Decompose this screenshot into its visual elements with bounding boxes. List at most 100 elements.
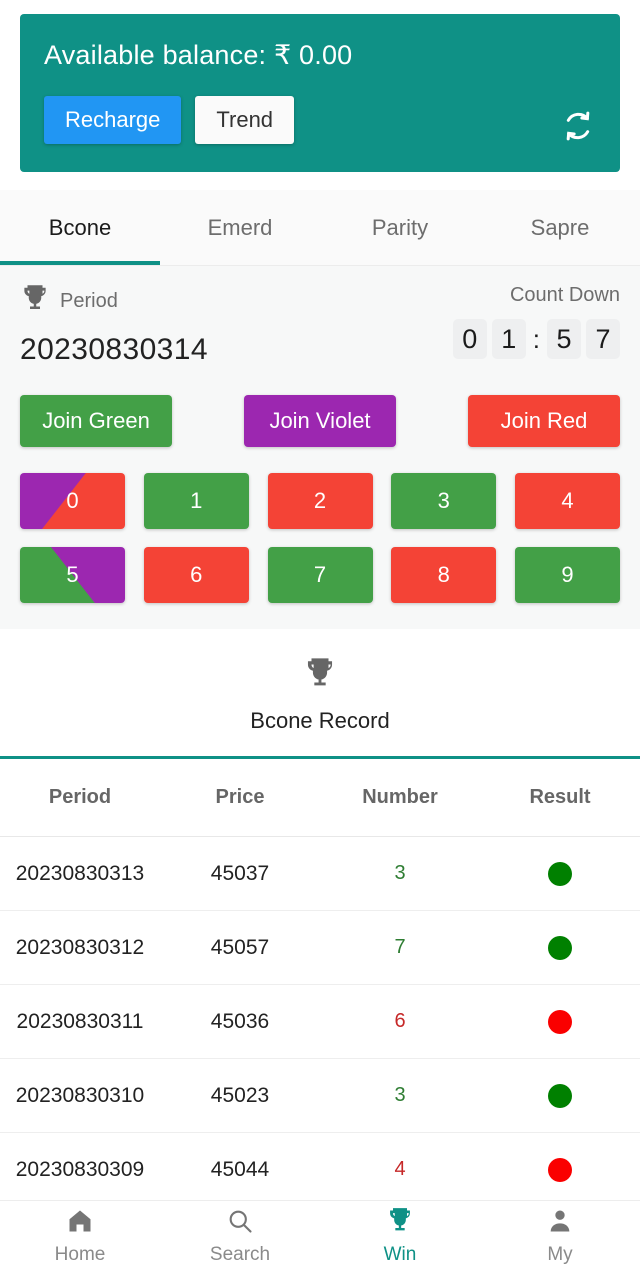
- cell-result: [480, 861, 640, 886]
- result-dot: [548, 1009, 572, 1034]
- cell-number: 3: [394, 1084, 406, 1107]
- cell-result: [480, 1009, 640, 1034]
- home-icon: [66, 1207, 94, 1240]
- cell-period: 20230830309: [15, 1157, 145, 1181]
- number-button-2[interactable]: 2: [267, 473, 373, 530]
- countdown-block: Count Down 0 1 : 5 7: [452, 284, 620, 359]
- number-button-5[interactable]: 5: [20, 547, 125, 604]
- join-violet-button[interactable]: Join Violet: [244, 395, 396, 448]
- trophy-icon: [20, 284, 50, 319]
- countdown-digits: 0 1 : 5 7: [452, 319, 620, 359]
- nav-label: Win: [383, 1244, 417, 1265]
- countdown-digit-1: 1: [491, 319, 526, 359]
- table-row: 20230830310 45023 3: [0, 1059, 640, 1134]
- number-label: 4: [561, 488, 574, 514]
- nav-label: My: [547, 1244, 573, 1265]
- tab-emerd[interactable]: Emerd: [160, 190, 320, 265]
- period-value: 20230830314: [20, 333, 208, 366]
- number-button-0[interactable]: 0: [20, 473, 125, 530]
- number-button-3[interactable]: 3: [391, 473, 497, 530]
- number-button-9[interactable]: 9: [515, 547, 620, 604]
- number-label: 0: [66, 488, 79, 514]
- cell-price: 45044: [210, 1157, 270, 1181]
- join-buttons-row: Join Green Join Violet Join Red: [20, 395, 620, 448]
- tab-bcone[interactable]: Bcone: [0, 190, 160, 265]
- cell-period: 20230830313: [15, 861, 145, 885]
- result-dot: [548, 1157, 572, 1182]
- nav-item-my[interactable]: My: [480, 1201, 640, 1272]
- cell-price: 45057: [210, 935, 270, 959]
- number-button-4[interactable]: 4: [515, 473, 620, 530]
- record-table: Period Price Number Result 20230830313 4…: [0, 759, 640, 1208]
- period-countdown-row: Period 20230830314 Count Down 0 1 : 5 7: [20, 284, 620, 367]
- tab-label: Parity: [371, 214, 429, 240]
- tab-label: Sapre: [530, 214, 590, 240]
- countdown-separator: :: [532, 323, 540, 354]
- table-row: 20230830309 45044 4: [0, 1133, 640, 1208]
- balance-card-container: Available balance: ₹ 0.00 Recharge Trend: [0, 0, 640, 190]
- bottom-navigation: Home Search Win My: [0, 1200, 640, 1272]
- number-label: 9: [561, 562, 574, 588]
- period-header: Period: [20, 284, 208, 319]
- tab-sapre[interactable]: Sapre: [480, 190, 640, 265]
- recharge-button[interactable]: Recharge: [44, 96, 182, 144]
- cell-price: 45036: [210, 1009, 270, 1033]
- column-header-result: Result: [529, 786, 591, 809]
- app-root: Available balance: ₹ 0.00 Recharge Trend…: [0, 0, 640, 1272]
- nav-item-search[interactable]: Search: [160, 1201, 320, 1272]
- result-dot: [548, 861, 572, 886]
- search-icon: [226, 1207, 254, 1240]
- tab-parity[interactable]: Parity: [320, 190, 480, 265]
- period-label: Period: [60, 290, 118, 312]
- table-header-row: Period Price Number Result: [0, 759, 640, 838]
- nav-item-win[interactable]: Win: [320, 1201, 480, 1272]
- cell-price: 45037: [210, 861, 270, 885]
- number-label: 6: [190, 562, 203, 588]
- column-header-number: Number: [362, 786, 438, 809]
- number-grid: 0 1 2 3 4 5 6 7 8 9: [20, 473, 620, 604]
- countdown-digit-3: 7: [586, 319, 620, 359]
- join-red-button[interactable]: Join Red: [468, 395, 620, 448]
- number-label: 3: [437, 488, 450, 514]
- cell-result: [480, 1083, 640, 1108]
- cell-number: 7: [394, 936, 406, 959]
- number-label: 1: [190, 488, 203, 514]
- column-header-price: Price: [215, 786, 265, 809]
- balance-card: Available balance: ₹ 0.00 Recharge Trend: [20, 14, 620, 172]
- countdown-label: Count Down: [509, 284, 620, 306]
- record-header: Bcone Record: [0, 629, 640, 760]
- join-green-button[interactable]: Join Green: [20, 395, 172, 448]
- cell-number: 4: [394, 1158, 406, 1181]
- nav-label: Search: [209, 1244, 271, 1265]
- cell-period: 20230830312: [15, 935, 145, 959]
- period-block: Period 20230830314: [20, 284, 208, 367]
- number-label: 7: [313, 562, 327, 588]
- result-dot: [548, 1083, 572, 1108]
- number-label: 8: [437, 562, 450, 588]
- number-button-7[interactable]: 7: [267, 547, 373, 604]
- refresh-icon[interactable]: [558, 106, 598, 146]
- cell-price: 45023: [210, 1083, 270, 1107]
- cell-result: [480, 1157, 640, 1182]
- record-title: Bcone Record: [250, 708, 390, 734]
- number-label: 5: [66, 562, 79, 588]
- number-button-6[interactable]: 6: [143, 547, 249, 604]
- number-label: 2: [313, 488, 327, 514]
- cell-number: 6: [394, 1010, 406, 1033]
- trend-button[interactable]: Trend: [195, 96, 295, 144]
- cell-result: [480, 935, 640, 960]
- table-row: 20230830312 45057 7: [0, 911, 640, 986]
- column-header-period: Period: [48, 786, 112, 809]
- category-tabs: Bcone Emerd Parity Sapre: [0, 190, 640, 266]
- trophy-icon: [386, 1207, 414, 1240]
- table-row: 20230830313 45037 3: [0, 837, 640, 912]
- balance-actions: Recharge Trend: [44, 96, 596, 144]
- cell-number: 3: [394, 862, 406, 885]
- cell-period: 20230830310: [15, 1083, 145, 1107]
- table-row: 20230830311 45036 6: [0, 985, 640, 1060]
- tab-label: Emerd: [207, 214, 273, 240]
- nav-item-home[interactable]: Home: [0, 1201, 160, 1272]
- number-button-8[interactable]: 8: [391, 547, 497, 604]
- number-button-1[interactable]: 1: [143, 473, 249, 530]
- result-dot: [548, 935, 572, 960]
